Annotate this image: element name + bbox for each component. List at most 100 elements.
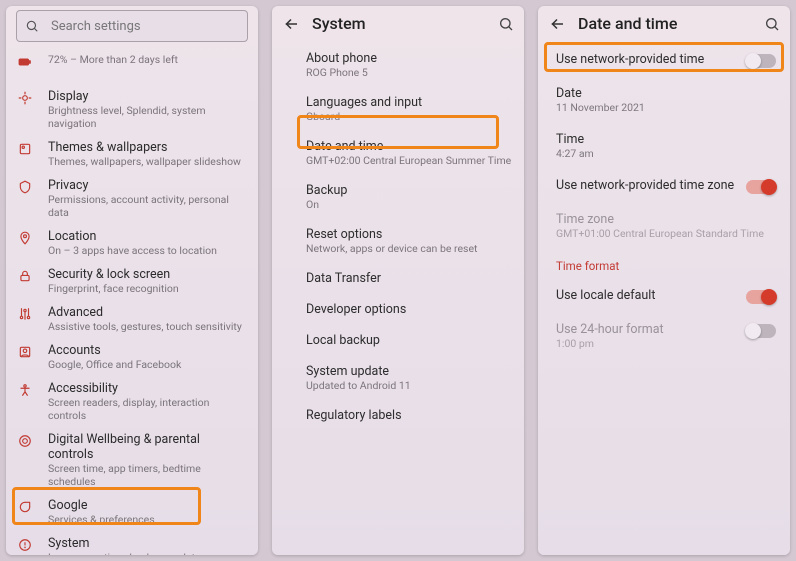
use-network-zone-row[interactable]: Use network-provided time zone — [538, 169, 790, 203]
item-title: Developer options — [306, 302, 514, 317]
item-title: Themes & wallpapers — [48, 140, 248, 155]
time-zone-row: Time zone GMT+01:00 Central European Sta… — [538, 203, 790, 249]
system-item-date-and-time[interactable]: Date and time GMT+02:00 Central European… — [272, 131, 524, 175]
item-title: Backup — [306, 183, 514, 198]
item-title: Display — [48, 89, 248, 104]
system-item-data-transfer[interactable]: Data Transfer — [272, 263, 524, 294]
item-title: Accounts — [48, 343, 248, 358]
item-title: Local backup — [306, 333, 514, 348]
row-sub: 4:27 am — [556, 147, 776, 160]
google-icon — [18, 500, 36, 514]
item-sub: Updated to Android 11 — [306, 379, 514, 392]
item-title: Privacy — [48, 178, 248, 193]
wellbeing-icon — [18, 434, 36, 448]
system-list: About phone ROG Phone 5 Languages and in… — [272, 41, 524, 555]
settings-item-security-lock-screen[interactable]: Security & lock screen Fingerprint, face… — [6, 262, 258, 300]
item-title: Date and time — [306, 139, 514, 154]
header: Date and time — [538, 6, 790, 41]
accounts-icon — [18, 345, 36, 359]
lock-icon — [18, 269, 36, 283]
item-title: Location — [48, 229, 248, 244]
privacy-icon — [18, 180, 36, 194]
section-time-format: Time format — [538, 249, 790, 279]
settings-item-accessibility[interactable]: Accessibility Screen readers, display, i… — [6, 376, 258, 427]
toggle-network-time[interactable] — [746, 54, 776, 68]
item-sub: Screen time, app timers, bedtime schedul… — [48, 462, 248, 488]
settings-item-system[interactable]: System Languages, time, backup, updates — [6, 531, 258, 555]
system-item-regulatory-labels[interactable]: Regulatory labels — [272, 400, 524, 431]
item-title: Security & lock screen — [48, 267, 248, 282]
settings-item-advanced[interactable]: Advanced Assistive tools, gestures, touc… — [6, 300, 258, 338]
search-bar[interactable]: Search settings — [16, 10, 248, 42]
row-sub: GMT+01:00 Central European Standard Time — [556, 227, 776, 240]
date-time-list: Use network-provided time Date 11 Novemb… — [538, 41, 790, 555]
item-sub: Assistive tools, gestures, touch sensiti… — [48, 320, 248, 333]
row-title: Date — [556, 86, 776, 101]
item-sub: Fingerprint, face recognition — [48, 282, 248, 295]
row-title: Use locale default — [556, 288, 746, 303]
header: System — [272, 6, 524, 41]
settings-item-google[interactable]: Google Services & preferences — [6, 493, 258, 531]
item-sub: Google, Office and Facebook — [48, 358, 248, 371]
advanced-icon — [18, 307, 36, 321]
item-title: Accessibility — [48, 381, 248, 396]
settings-item-display[interactable]: Display Brightness level, Splendid, syst… — [6, 84, 258, 135]
item-title: Languages and input — [306, 95, 514, 110]
item-sub: Languages, time, backup, updates — [48, 551, 248, 555]
system-item-languages-and-input[interactable]: Languages and input Gboard — [272, 87, 524, 131]
system-item-system-update[interactable]: System update Updated to Android 11 — [272, 356, 524, 400]
panel-system: System About phone ROG Phone 5 Languages… — [272, 6, 524, 555]
item-sub: Brightness level, Splendid, system navig… — [48, 104, 248, 130]
search-icon[interactable] — [764, 16, 780, 32]
settings-item-battery[interactable]: 72% – More than 2 days left — [6, 48, 258, 84]
system-icon — [18, 538, 36, 552]
item-title: Reset options — [306, 227, 514, 242]
system-item-developer-options[interactable]: Developer options — [272, 294, 524, 325]
item-title: About phone — [306, 51, 514, 66]
use-network-time-row[interactable]: Use network-provided time — [538, 43, 790, 77]
row-title: Use network-provided time zone — [556, 178, 746, 193]
date-row[interactable]: Date 11 November 2021 — [538, 77, 790, 123]
use-locale-row[interactable]: Use locale default — [538, 279, 790, 313]
back-icon[interactable] — [548, 15, 568, 33]
toggle-network-zone[interactable] — [746, 180, 776, 194]
row-title: Use network-provided time — [556, 52, 746, 67]
back-icon[interactable] — [282, 15, 302, 33]
page-title: System — [312, 14, 498, 33]
settings-item-privacy[interactable]: Privacy Permissions, account activity, p… — [6, 173, 258, 224]
item-sub: On — [306, 198, 514, 211]
time-row[interactable]: Time 4:27 am — [538, 123, 790, 169]
system-item-backup[interactable]: Backup On — [272, 175, 524, 219]
a11y-icon — [18, 383, 36, 397]
toggle-24h — [746, 324, 776, 338]
item-sub: GMT+02:00 Central European Summer Time — [306, 154, 514, 167]
search-placeholder: Search settings — [51, 19, 141, 34]
item-title: Advanced — [48, 305, 248, 320]
system-item-local-backup[interactable]: Local backup — [272, 325, 524, 356]
item-sub: Permissions, account activity, personal … — [48, 193, 248, 219]
row-title: Time — [556, 132, 776, 147]
item-sub: On – 3 apps have access to location — [48, 244, 248, 257]
item-title: Google — [48, 498, 248, 513]
settings-item-accounts[interactable]: Accounts Google, Office and Facebook — [6, 338, 258, 376]
page-title: Date and time — [578, 14, 764, 33]
toggle-use-locale[interactable] — [746, 290, 776, 304]
system-item-about-phone[interactable]: About phone ROG Phone 5 — [272, 43, 524, 87]
search-icon[interactable] — [498, 16, 514, 32]
search-icon — [25, 19, 41, 33]
row-title: Use 24-hour format — [556, 322, 746, 337]
item-title: Regulatory labels — [306, 408, 514, 423]
item-sub: Gboard — [306, 110, 514, 123]
settings-item-location[interactable]: Location On – 3 apps have access to loca… — [6, 224, 258, 262]
system-item-reset-options[interactable]: Reset options Network, apps or device ca… — [272, 219, 524, 263]
item-sub: 72% – More than 2 days left — [48, 53, 248, 66]
row-title: Time zone — [556, 212, 776, 227]
settings-list: 72% – More than 2 days left Display Brig… — [6, 48, 258, 555]
battery-icon — [18, 55, 36, 69]
item-sub: ROG Phone 5 — [306, 66, 514, 79]
row-sub: 1:00 pm — [556, 337, 746, 350]
use-24h-row: Use 24-hour format 1:00 pm — [538, 313, 790, 359]
settings-item-themes-wallpapers[interactable]: Themes & wallpapers Themes, wallpapers, … — [6, 135, 258, 173]
settings-item-digital-wellbeing-parental-controls[interactable]: Digital Wellbeing & parental controls Sc… — [6, 427, 258, 493]
item-sub: Network, apps or device can be reset — [306, 242, 514, 255]
